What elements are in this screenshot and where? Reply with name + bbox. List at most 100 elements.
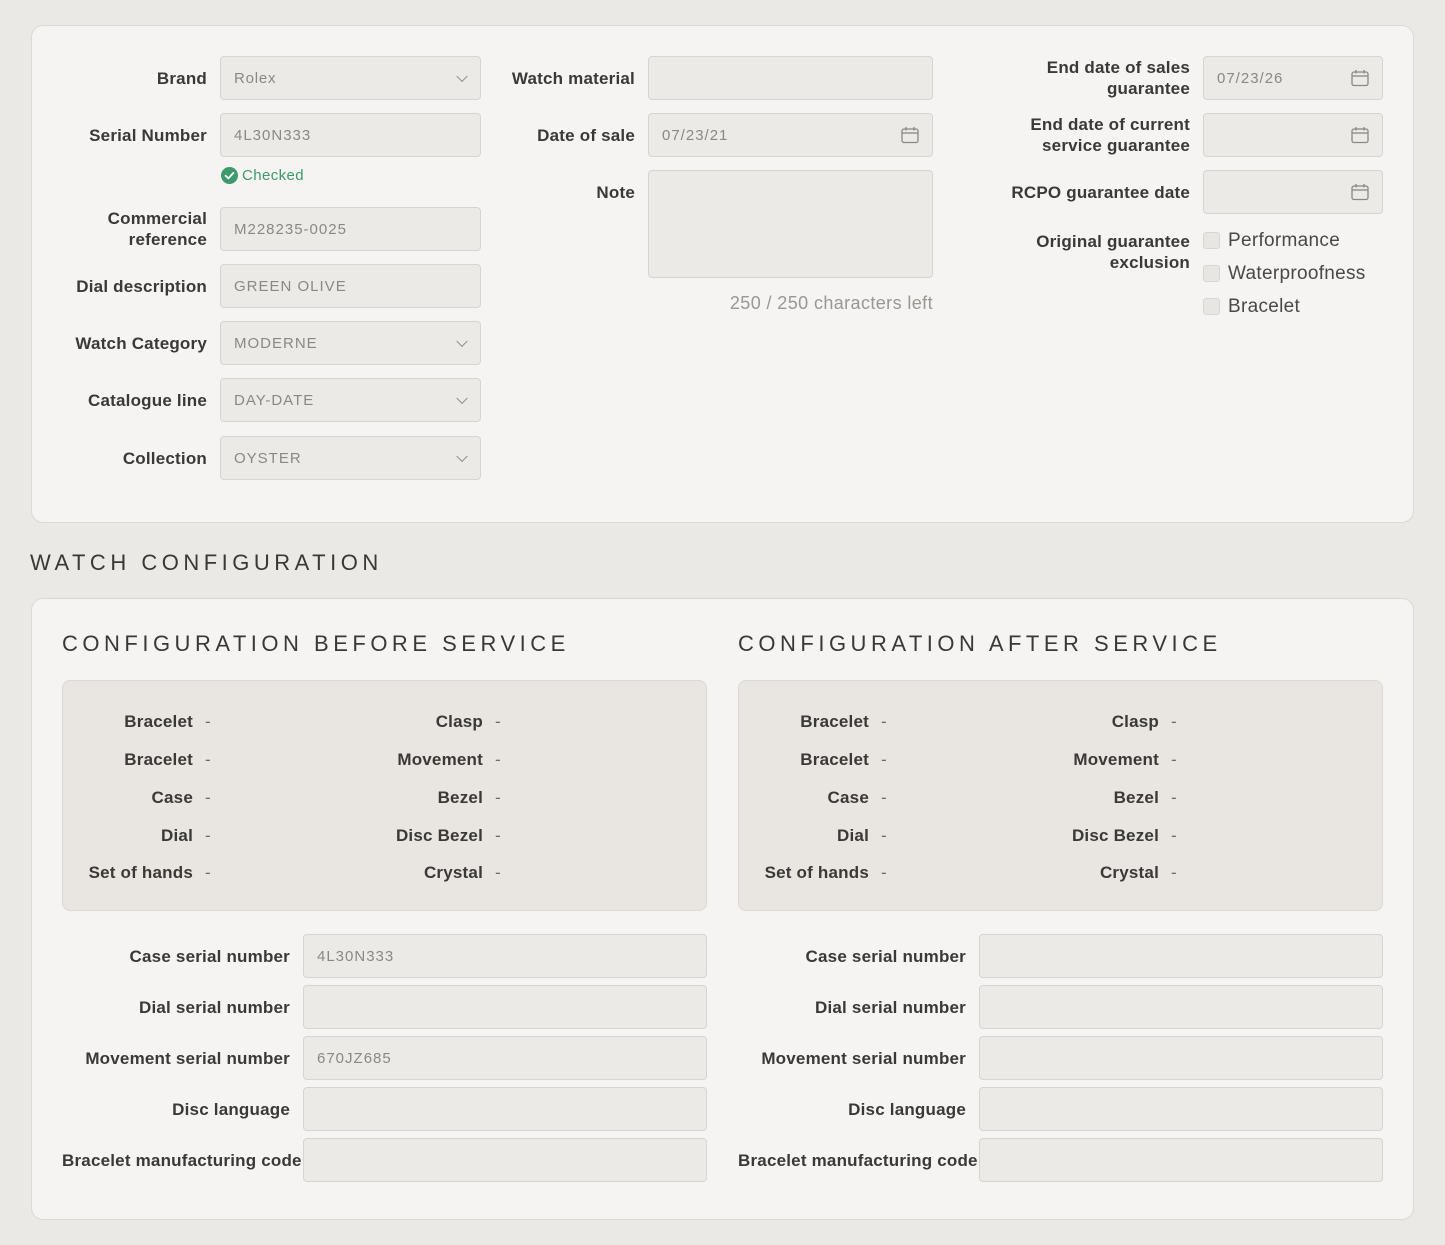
end-sales-guarantee-value: 07/23/26 xyxy=(1217,69,1284,87)
config-after-hands-label: Set of hands xyxy=(764,863,869,882)
before-dial-serial-label: Dial serial number xyxy=(139,998,290,1017)
config-after-crystal-value: - xyxy=(1171,863,1177,882)
calendar-icon[interactable] xyxy=(1351,127,1369,144)
after-movement-serial-input[interactable] xyxy=(979,1036,1383,1080)
config-before-dial-label: Dial xyxy=(161,826,193,845)
exclusion-waterproofness-checkbox[interactable] xyxy=(1203,265,1220,282)
after-bracelet-code-input[interactable] xyxy=(979,1138,1383,1182)
config-after-clasp-value: - xyxy=(1171,712,1177,731)
calendar-icon[interactable] xyxy=(1351,70,1369,87)
commercial-reference-label-line2: reference xyxy=(128,230,207,249)
config-after-title: CONFIGURATION AFTER SERVICE xyxy=(738,631,1222,656)
config-before-hands-label: Set of hands xyxy=(88,863,193,882)
date-of-sale-value: 07/23/21 xyxy=(662,126,729,144)
end-sales-guarantee-input[interactable]: 07/23/26 xyxy=(1203,56,1383,100)
end-service-guarantee-label-line2: service guarantee xyxy=(1042,136,1190,155)
before-dial-serial-input[interactable] xyxy=(303,985,707,1029)
config-before-bracelet-2-value: - xyxy=(205,750,211,769)
before-movement-serial-input[interactable]: 670JZ685 xyxy=(303,1036,707,1080)
rcpo-guarantee-label: RCPO guarantee date xyxy=(1011,183,1190,202)
after-case-serial-input[interactable] xyxy=(979,934,1383,978)
watch-material-input[interactable] xyxy=(648,56,933,100)
chevron-down-icon xyxy=(456,450,468,463)
collection-value: OYSTER xyxy=(234,449,302,467)
before-disc-language-input[interactable] xyxy=(303,1087,707,1131)
serial-number-input[interactable]: 4L30N333 xyxy=(220,113,481,157)
after-dial-serial-input[interactable] xyxy=(979,985,1383,1029)
before-case-serial-label: Case serial number xyxy=(129,947,290,966)
calendar-icon[interactable] xyxy=(1351,184,1369,201)
commercial-reference-input[interactable]: M228235-0025 xyxy=(220,207,481,251)
config-before-crystal-label: Crystal xyxy=(423,863,483,882)
before-movement-serial-label: Movement serial number xyxy=(85,1049,290,1068)
config-before-bracelet-2-label: Bracelet xyxy=(124,750,193,769)
config-before-bezel-value: - xyxy=(495,788,501,807)
config-after-box: Bracelet - Bracelet - Case - Dial - Set … xyxy=(738,680,1383,911)
after-movement-serial-label: Movement serial number xyxy=(761,1049,966,1068)
serial-number-label: Serial Number xyxy=(89,126,207,145)
exclusion-performance-label: Performance xyxy=(1228,230,1341,251)
after-bracelet-code-label: Bracelet manufacturing code xyxy=(738,1151,978,1170)
exclusion-bracelet-checkbox[interactable] xyxy=(1203,298,1220,315)
chevron-down-icon xyxy=(456,392,468,405)
chevron-down-icon xyxy=(456,70,468,83)
before-case-serial-input[interactable]: 4L30N333 xyxy=(303,934,707,978)
collection-label: Collection xyxy=(122,449,207,468)
end-sales-guarantee-label: End date of sales guarantee xyxy=(970,57,1190,99)
commercial-reference-label-line1: Commercial xyxy=(107,209,207,228)
catalogue-line-select[interactable]: DAY-DATE xyxy=(220,378,481,422)
dial-description-label: Dial description xyxy=(76,277,207,296)
config-after-case-value: - xyxy=(881,788,887,807)
config-before-disc-bezel-label: Disc Bezel xyxy=(395,826,483,845)
watch-category-select[interactable]: MODERNE xyxy=(220,321,481,365)
config-before-crystal-value: - xyxy=(495,863,501,882)
watch-material-label: Watch material xyxy=(511,69,635,88)
config-after-dial-value: - xyxy=(881,826,887,845)
config-before-case-value: - xyxy=(205,788,211,807)
note-textarea[interactable] xyxy=(648,170,933,278)
end-service-guarantee-input[interactable] xyxy=(1203,113,1383,157)
watch-category-label: Watch Category xyxy=(75,334,207,353)
note-char-counter: 250 / 250 characters left xyxy=(729,293,933,313)
config-before-box: Bracelet - Bracelet - Case - Dial - Set … xyxy=(62,680,707,911)
after-dial-serial-label: Dial serial number xyxy=(815,998,966,1017)
end-sales-guarantee-label-line1: End date of sales xyxy=(1046,58,1190,77)
config-after-movement-label: Movement xyxy=(1073,750,1159,769)
config-before-bezel-label: Bezel xyxy=(437,788,483,807)
serial-status: Checked xyxy=(221,167,304,184)
dial-description-value: GREEN OLIVE xyxy=(234,277,347,295)
config-before-title: CONFIGURATION BEFORE SERVICE xyxy=(62,631,570,656)
before-bracelet-code-input[interactable] xyxy=(303,1138,707,1182)
rcpo-guarantee-input[interactable] xyxy=(1203,170,1383,214)
end-service-guarantee-label-line1: End date of current xyxy=(1030,115,1190,134)
guarantee-exclusion-label-line1: Original guarantee xyxy=(1036,232,1190,251)
after-disc-language-input[interactable] xyxy=(979,1087,1383,1131)
config-before-case-label: Case xyxy=(151,788,193,807)
chevron-down-icon xyxy=(456,335,468,348)
config-after-bracelet-1-value: - xyxy=(881,712,887,731)
config-before-hands-value: - xyxy=(205,863,211,882)
date-of-sale-label: Date of sale xyxy=(537,126,635,145)
config-before-movement-label: Movement xyxy=(397,750,483,769)
guarantee-exclusion-label: Original guarantee exclusion xyxy=(970,231,1190,273)
collection-select[interactable]: OYSTER xyxy=(220,436,481,480)
config-after-bezel-value: - xyxy=(1171,788,1177,807)
watch-configuration-title: WATCH CONFIGURATION xyxy=(30,550,383,575)
catalogue-line-value: DAY-DATE xyxy=(234,391,315,409)
config-before-clasp-label: Clasp xyxy=(435,712,483,731)
config-after-bracelet-2-value: - xyxy=(881,750,887,769)
commercial-reference-value: M228235-0025 xyxy=(234,220,347,238)
config-before-bracelet-1-value: - xyxy=(205,712,211,731)
exclusion-performance-checkbox[interactable] xyxy=(1203,232,1220,249)
config-before-clasp-value: - xyxy=(495,712,501,731)
calendar-icon[interactable] xyxy=(901,127,919,144)
config-after-disc-bezel-value: - xyxy=(1171,826,1177,845)
before-disc-language-label: Disc language xyxy=(172,1100,290,1119)
config-after-clasp-label: Clasp xyxy=(1111,712,1159,731)
date-of-sale-input[interactable]: 07/23/21 xyxy=(648,113,933,157)
before-bracelet-code-label: Bracelet manufacturing code xyxy=(62,1151,302,1170)
commercial-reference-label: Commercial reference xyxy=(60,208,207,250)
dial-description-input[interactable]: GREEN OLIVE xyxy=(220,264,481,308)
brand-select[interactable]: Rolex xyxy=(220,56,481,100)
config-before-movement-value: - xyxy=(495,750,501,769)
